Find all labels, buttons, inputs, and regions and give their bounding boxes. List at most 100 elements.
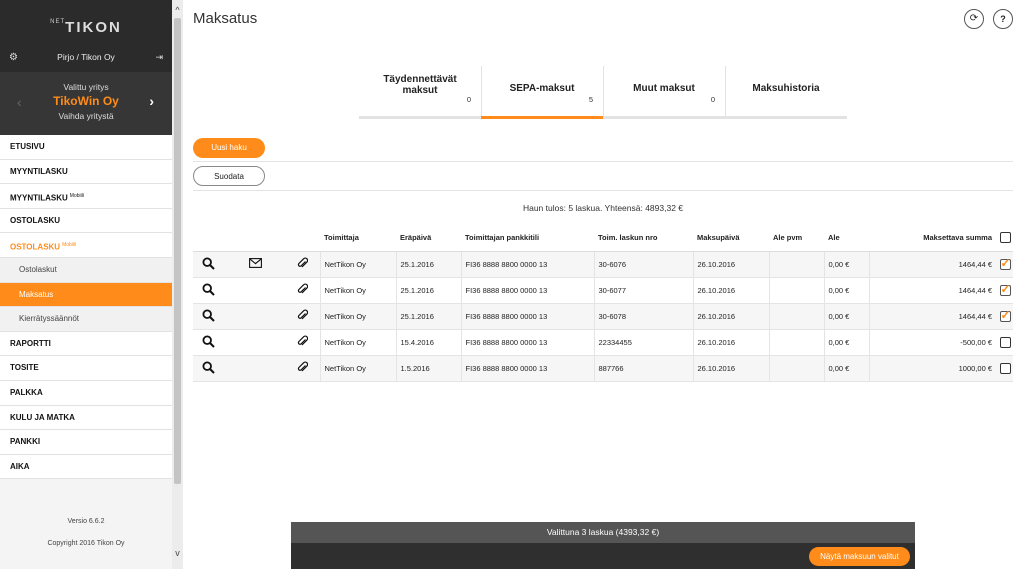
- logout-icon[interactable]: ⇥: [155, 52, 163, 63]
- table-row[interactable]: NetTikon Oy 15.4.2016 FI36 8888 8800 0000 …: [193, 329, 1013, 356]
- cell-discount: 0,00 €: [823, 251, 869, 278]
- col-discount-date[interactable]: Ale pvm: [769, 225, 824, 252]
- switch-company-link[interactable]: Vaihda yritystä: [0, 111, 172, 121]
- row-attachment-button[interactable]: [286, 277, 320, 304]
- col-paydate[interactable]: Maksupäivä: [693, 225, 769, 252]
- cell-supplier: NetTikon Oy: [319, 329, 396, 356]
- version-text: Versio 6.6.2: [67, 518, 105, 525]
- tab-taydennettavat[interactable]: Täydennettävät maksut 0: [359, 66, 481, 119]
- row-view-button[interactable]: [193, 303, 224, 330]
- nav-myyntilasku[interactable]: MYYNTILASKU: [0, 159, 172, 185]
- col-mail: [224, 225, 286, 252]
- nav-myyntilasku-mobiili[interactable]: MYYNTILASKU Mobiili: [0, 184, 172, 209]
- show-selected-button[interactable]: Näytä maksuun valitut: [809, 547, 910, 566]
- cell-account: FI36 8888 8800 0000 13: [460, 329, 594, 356]
- chevron-right-icon[interactable]: ›: [149, 93, 154, 109]
- table-header-row: Toimittaja Eräpäivä Toimittajan pankkiti…: [193, 225, 1013, 252]
- col-due[interactable]: Eräpäivä: [396, 225, 461, 252]
- scroll-up-icon[interactable]: ^: [172, 5, 183, 15]
- result-summary: Haun tulos: 5 laskua. Yhteensä: 4893,32 …: [522, 203, 684, 213]
- table-row[interactable]: NetTikon Oy 25.1.2016 FI36 8888 8800 0000 …: [193, 277, 1013, 304]
- copyright-text: Copyright 2016 Tikon Oy: [47, 540, 125, 547]
- row-attachment-button[interactable]: [286, 303, 320, 330]
- tab-sepa-maksut[interactable]: SEPA-maksut 5: [481, 66, 603, 119]
- cell-due: 25.1.2016: [395, 251, 461, 278]
- sidebar: NETTIKON ⚙ Pirjo / Tikon Oy ⇥ ‹ Valittu …: [0, 0, 172, 569]
- col-account[interactable]: Toimittajan pankkitili: [461, 225, 594, 252]
- invoice-table: Toimittaja Eräpäivä Toimittajan pankkiti…: [193, 225, 1013, 382]
- cell-paydate[interactable]: 26.10.2016: [692, 329, 769, 356]
- magnifier-icon: [202, 334, 215, 350]
- nav-palkka[interactable]: PALKKA: [0, 380, 172, 406]
- row-view-button[interactable]: [193, 329, 224, 356]
- select-all-checkbox[interactable]: [999, 232, 1011, 244]
- selection-summary: Valittuna 3 laskua (4393,32 €): [291, 522, 915, 543]
- col-attach: [286, 225, 320, 252]
- row-view-button[interactable]: [193, 355, 224, 382]
- chevron-left-icon[interactable]: ‹: [17, 94, 22, 110]
- magnifier-icon: [202, 360, 215, 376]
- col-supplier[interactable]: Toimittaja: [320, 225, 396, 252]
- row-checkbox[interactable]: [999, 308, 1011, 322]
- paperclip-icon: [297, 361, 309, 375]
- row-view-button[interactable]: [193, 277, 224, 304]
- paperclip-icon: [297, 283, 309, 297]
- new-search-button[interactable]: Uusi haku: [193, 138, 265, 158]
- cell-amount: 1464,44 €: [868, 251, 997, 278]
- paperclip-icon: [297, 257, 309, 271]
- row-attachment-button[interactable]: [286, 329, 320, 356]
- row-attachment-button[interactable]: [286, 251, 320, 278]
- row-checkbox[interactable]: [999, 256, 1011, 270]
- scroll-thumb[interactable]: [174, 18, 181, 484]
- refresh-button[interactable]: ⟳: [964, 9, 984, 29]
- nav-pankki[interactable]: PANKKI: [0, 430, 172, 455]
- nav-kulu-ja-matka[interactable]: KULU JA MATKA: [0, 405, 172, 431]
- cell-paydate[interactable]: 26.10.2016: [692, 303, 769, 330]
- nav-maksatus[interactable]: Maksatus: [0, 282, 172, 308]
- row-mail-cell[interactable]: [224, 251, 286, 278]
- user-row: ⚙ Pirjo / Tikon Oy ⇥: [0, 52, 172, 66]
- table-row[interactable]: NetTikon Oy 1.5.2016 FI36 8888 8800 0000 1…: [193, 355, 1013, 382]
- paperclip-icon: [297, 309, 309, 323]
- filter-button[interactable]: Suodata: [193, 166, 265, 186]
- col-amount[interactable]: Maksettava summa: [869, 225, 997, 252]
- col-discount[interactable]: Ale: [824, 225, 869, 252]
- nav-ostolasku-mobiili[interactable]: OSTOLASKU Mobiili: [0, 233, 172, 258]
- sidebar-scrollbar[interactable]: ^ v: [172, 0, 183, 569]
- tab-count: 0: [710, 95, 715, 104]
- nav-raportti[interactable]: RAPORTTI: [0, 331, 172, 357]
- gear-icon[interactable]: ⚙: [9, 52, 18, 63]
- nav-tosite[interactable]: TOSITE: [0, 356, 172, 381]
- company-label: Valittu yritys: [63, 82, 109, 92]
- tab-maksuhistoria[interactable]: Maksuhistoria: [725, 66, 847, 119]
- main-nav: ETUSIVU MYYNTILASKU MYYNTILASKU Mobiili O…: [0, 135, 172, 480]
- nav-aika[interactable]: AIKA: [0, 454, 172, 480]
- help-button[interactable]: ?: [993, 9, 1013, 29]
- tab-bar: Täydennettävät maksut 0 SEPA-maksut 5 Mu…: [359, 66, 847, 119]
- cell-select: [997, 277, 1013, 304]
- row-attachment-button[interactable]: [286, 355, 320, 382]
- scroll-down-icon[interactable]: v: [172, 548, 183, 558]
- row-checkbox[interactable]: [999, 362, 1011, 374]
- row-checkbox[interactable]: [999, 282, 1011, 296]
- cell-paydate[interactable]: 26.10.2016: [692, 251, 769, 278]
- nav-ostolasku[interactable]: OSTOLASKU: [0, 208, 172, 234]
- cell-due: 25.1.2016: [395, 277, 461, 304]
- nav-ostolaskut[interactable]: Ostolaskut: [0, 257, 172, 283]
- cell-paydate[interactable]: 26.10.2016: [692, 277, 769, 304]
- tab-label: Maksuhistoria: [752, 83, 820, 94]
- col-invoice-no[interactable]: Toim. laskun nro: [594, 225, 693, 252]
- cell-discount: 0,00 €: [823, 277, 869, 304]
- nav-etusivu[interactable]: ETUSIVU: [0, 135, 172, 160]
- table-row[interactable]: NetTikon Oy 25.1.2016 FI36 8888 8800 0000 …: [193, 251, 1013, 278]
- row-checkbox[interactable]: [999, 336, 1011, 348]
- cell-paydate[interactable]: 26.10.2016: [692, 355, 769, 382]
- nav-kierratyssaannot[interactable]: Kierrätyssäännöt: [0, 307, 172, 332]
- row-view-button[interactable]: [193, 251, 224, 278]
- cell-supplier: NetTikon Oy: [319, 277, 396, 304]
- table-row[interactable]: NetTikon Oy 25.1.2016 FI36 8888 8800 0000 …: [193, 303, 1013, 330]
- envelope-icon[interactable]: [248, 258, 262, 270]
- table-body: NetTikon Oy 25.1.2016 FI36 8888 8800 0000 …: [193, 251, 1013, 382]
- tab-muut-maksut[interactable]: Muut maksut 0: [603, 66, 725, 119]
- cell-select: [997, 303, 1013, 330]
